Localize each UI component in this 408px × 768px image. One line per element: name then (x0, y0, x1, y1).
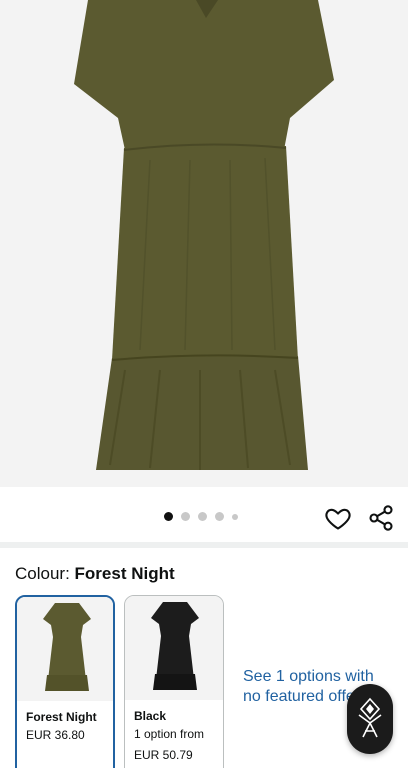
variant-price: EUR 36.80 (26, 728, 85, 742)
carousel-dot[interactable] (164, 512, 173, 521)
colour-label: Colour: Forest Night (15, 564, 175, 584)
variant-thumbnail (125, 596, 223, 700)
variant-price: EUR 50.79 (134, 748, 193, 762)
assistant-logo-icon (358, 697, 382, 738)
variant-name: Black (134, 709, 167, 723)
colour-label-prefix: Colour: (15, 564, 75, 583)
product-image[interactable] (0, 0, 408, 487)
dress-illustration (74, 0, 334, 470)
carousel-dot[interactable] (232, 513, 238, 520)
variant-swatch-black[interactable]: Black 1 option from EUR 50.79 (124, 595, 224, 768)
carousel-dot[interactable] (181, 512, 190, 521)
variant-name: Forest Night (26, 710, 97, 724)
colour-selected-name: Forest Night (74, 564, 175, 583)
variant-thumbnail (17, 597, 113, 701)
assistant-floating-button[interactable] (347, 684, 393, 754)
carousel-dot[interactable] (198, 512, 207, 521)
carousel-indicator (164, 512, 238, 521)
share-icon[interactable] (367, 504, 395, 532)
section-divider (0, 542, 408, 548)
heart-icon[interactable] (324, 504, 352, 532)
variant-swatch-forest-night[interactable]: Forest Night EUR 36.80 (15, 595, 115, 768)
carousel-dot[interactable] (215, 512, 224, 521)
variant-options-text: 1 option from (134, 727, 205, 741)
